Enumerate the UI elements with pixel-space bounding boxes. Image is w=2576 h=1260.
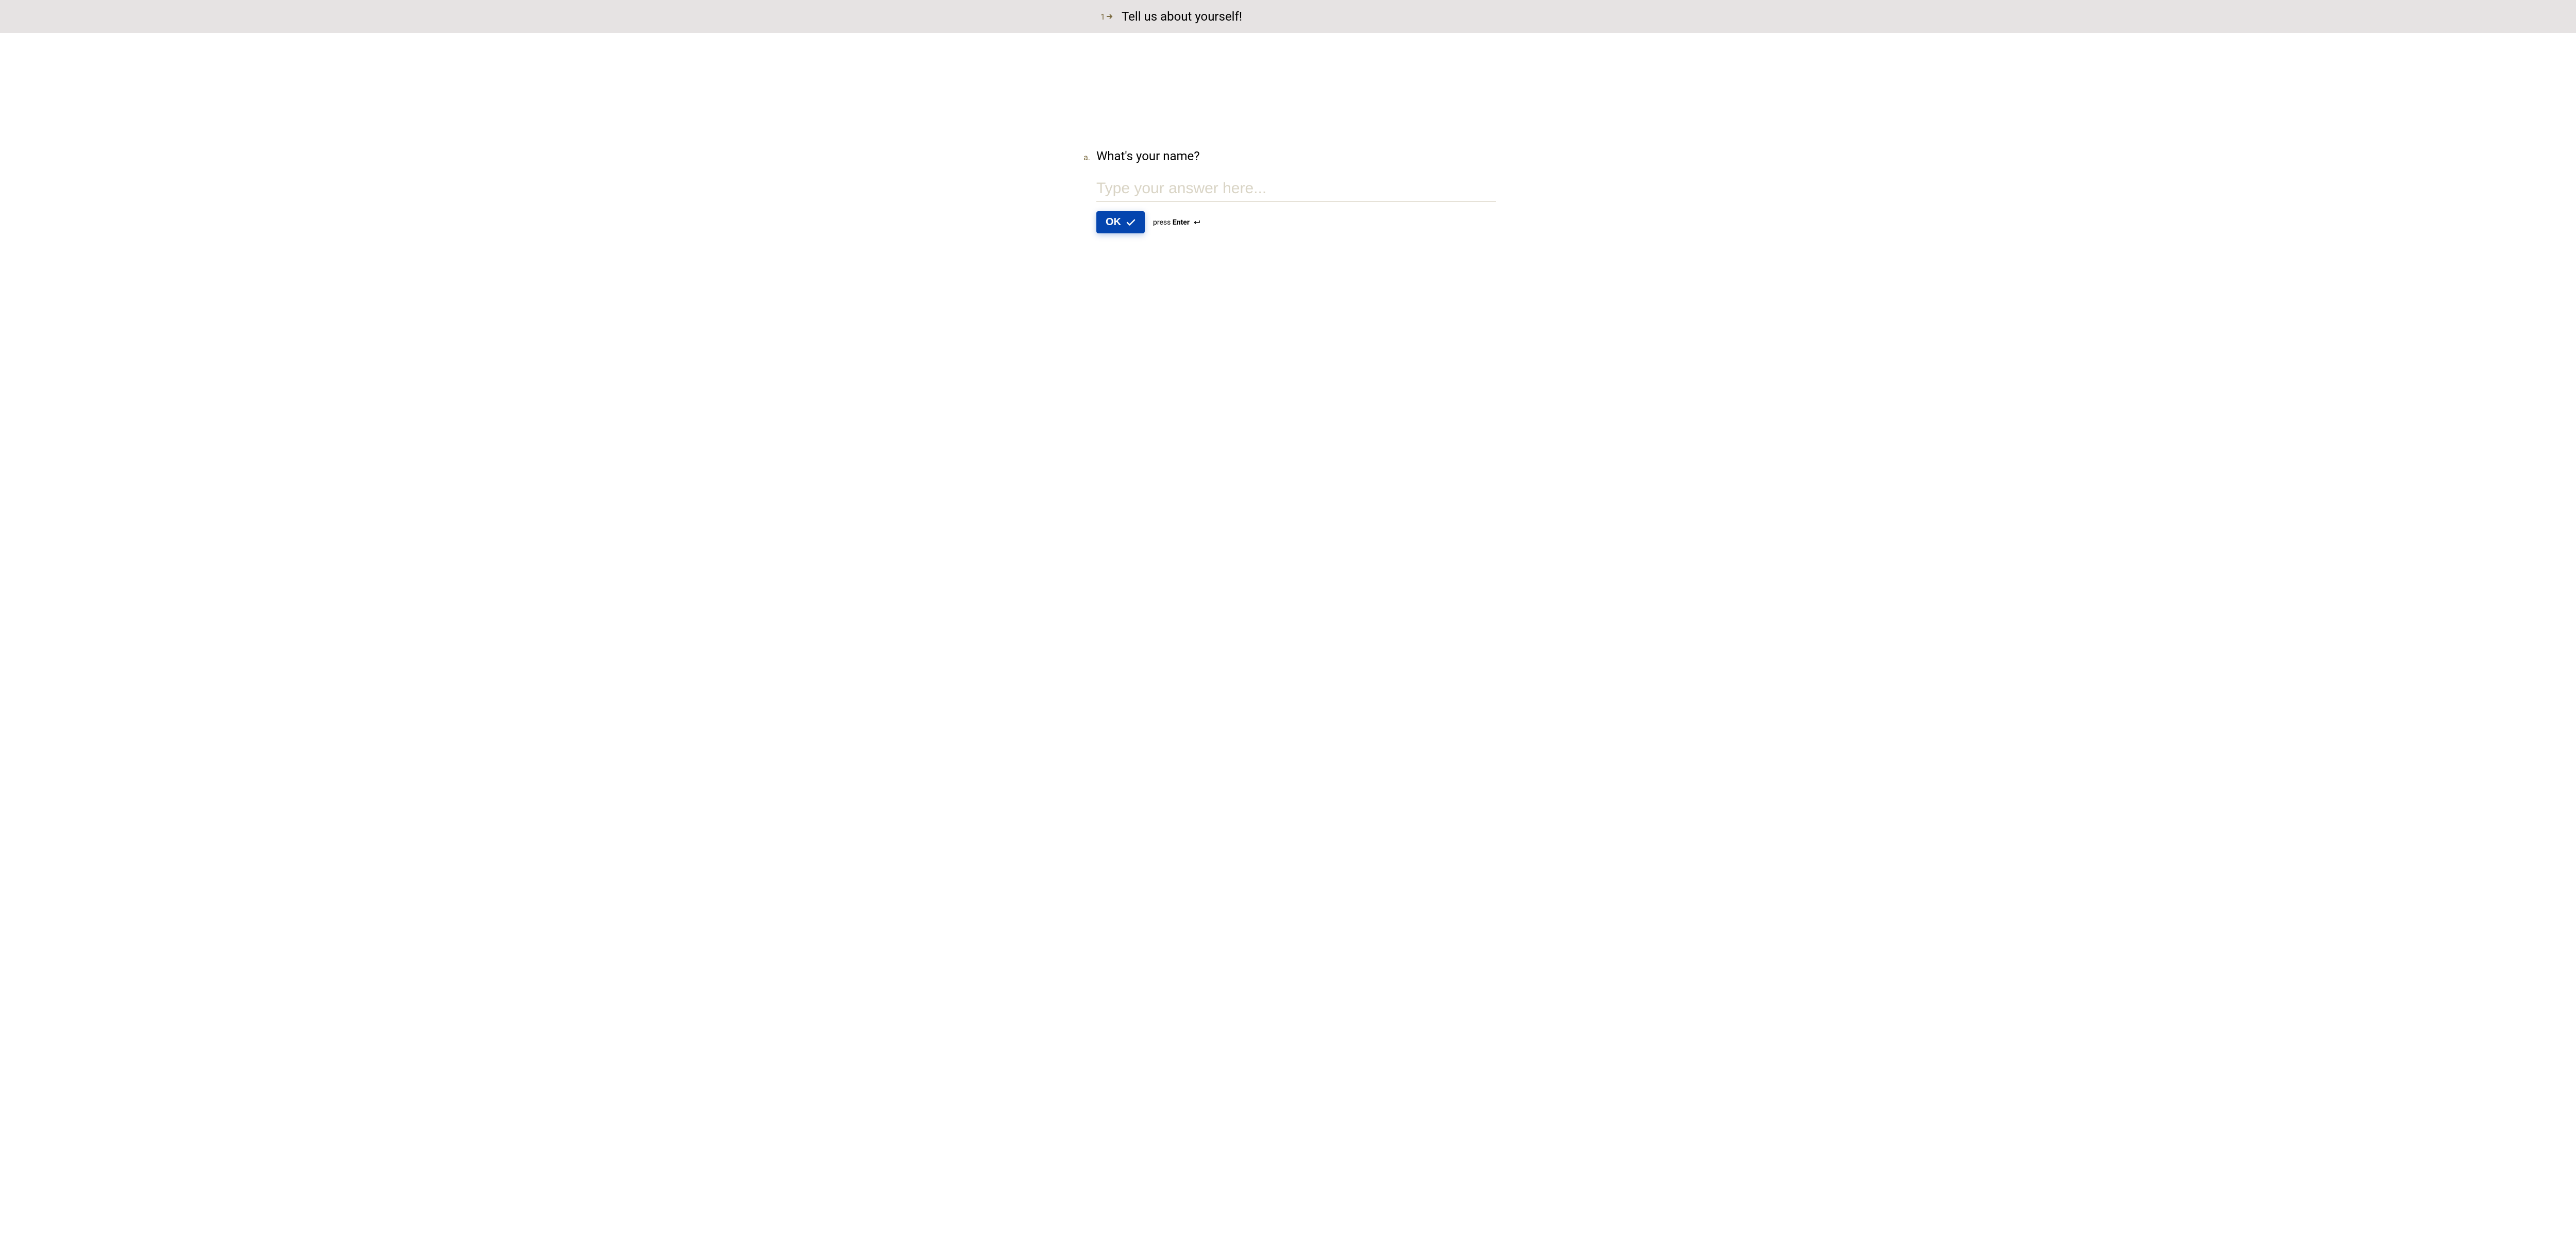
arrow-right-icon [1106,13,1113,20]
header-bar: 1 Tell us about yourself! [0,0,2576,33]
step-number: 1 [1100,12,1105,22]
question-row: a. What's your name? [1080,149,1496,163]
enter-text: Enter [1173,218,1190,227]
question-text: What's your name? [1096,149,1200,163]
answer-section: OK press Enter [1096,180,1496,233]
question-container: a. What's your name? OK press Enter [1080,33,1496,233]
step-marker: 1 [1100,12,1113,22]
press-text: press [1153,218,1173,227]
ok-button-label: OK [1106,216,1121,228]
ok-button[interactable]: OK [1096,211,1145,233]
answer-input[interactable] [1096,180,1496,202]
page-title: Tell us about yourself! [1122,9,1242,24]
press-hint: press Enter [1153,218,1200,227]
action-row: OK press Enter [1096,211,1496,233]
question-letter: a. [1080,152,1090,162]
enter-key-icon [1193,220,1200,225]
header-content: 1 Tell us about yourself! [1080,9,1496,24]
check-icon [1126,219,1136,226]
